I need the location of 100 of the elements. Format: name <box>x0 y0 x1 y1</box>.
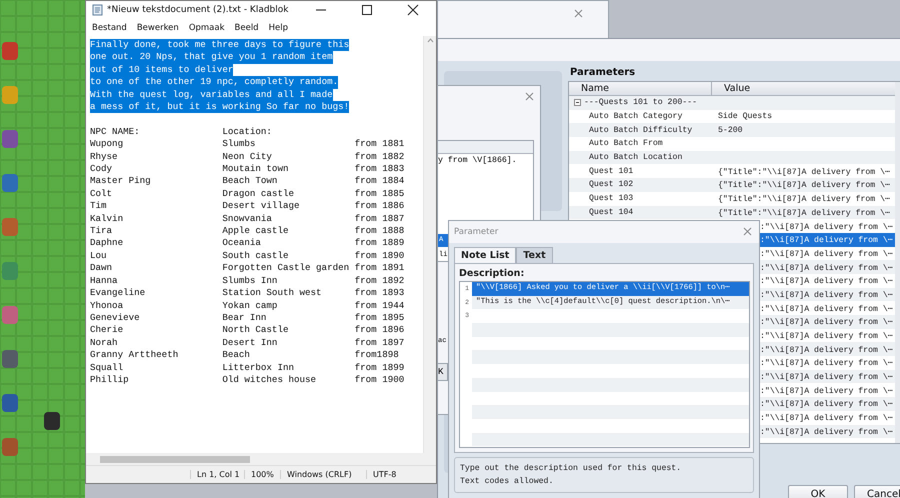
dialog-button[interactable]: OK <box>788 485 848 498</box>
text-line: Daphne <box>90 237 124 250</box>
text-line: from 1900 <box>354 374 406 386</box>
text-line: Bear Inn <box>222 312 268 324</box>
table-row[interactable]: Quest 103 {"Title":"\\i[87]A delivery from \⋯ <box>569 192 895 206</box>
text-line: from 1884 <box>354 175 406 188</box>
table-row[interactable]: Auto Batch Location <box>569 150 895 164</box>
parameter-name[interactable]: Quest 103 <box>569 194 716 204</box>
parameter-name[interactable]: Quest 102 <box>569 180 716 190</box>
tab[interactable]: Text <box>516 247 553 263</box>
text-line: Master Ping <box>90 175 152 188</box>
text-line: Desert village <box>222 200 301 213</box>
parameter-name[interactable]: Auto Batch Difficulty <box>569 126 716 135</box>
text-line: Forgotten Castle garden <box>222 262 350 275</box>
parameter-name[interactable]: Quest 101 <box>569 166 716 176</box>
dialog-button[interactable]: Cancel <box>854 485 900 498</box>
table-row[interactable]: Quest 104 {"Title":"\\i[87]A delivery from \⋯ <box>569 206 895 220</box>
text-line: Dragon castle <box>222 188 295 200</box>
text-line: Old witches house <box>222 374 318 386</box>
text-line: Neon City <box>222 150 273 164</box>
text-line: Slumbs Inn <box>222 274 278 288</box>
text-line: Colt <box>90 188 114 200</box>
menu-item[interactable]: Bestand <box>92 23 127 33</box>
scrollbar[interactable] <box>423 36 436 453</box>
status-text: 100% <box>244 470 280 479</box>
parameter-value[interactable]: Side Quests <box>716 112 772 122</box>
menu-item[interactable]: Help <box>268 23 288 33</box>
collapse-icon[interactable] <box>574 99 581 106</box>
text-line: Evangeline <box>90 287 146 300</box>
text-line: from 1890 <box>354 250 406 262</box>
parameter-name[interactable]: Quest 104 <box>569 208 716 217</box>
column-header[interactable]: Name <box>569 82 712 95</box>
parameter-value[interactable]: {"Title":"\\i[87]A delivery from \⋯ <box>716 206 890 218</box>
parameter-name[interactable]: Auto Batch Location <box>569 153 716 162</box>
scrollbar[interactable] <box>895 82 900 443</box>
text-line: Dawn <box>90 262 114 275</box>
text-line: from 1887 <box>354 212 406 226</box>
text-line: from 1944 <box>354 300 406 312</box>
status-text: UTF-8 <box>366 470 436 479</box>
table-row[interactable]: Auto Batch Difficulty 5-200 <box>569 123 895 138</box>
text-line: Oceania <box>222 237 262 250</box>
text-line: Beach <box>222 349 251 362</box>
parameter-value[interactable]: {"Title":"\\i[87]A delivery from \⋯ <box>716 193 890 204</box>
text-line: from1898 <box>354 349 400 362</box>
text-line: South castle <box>222 250 290 262</box>
text-line: from 1883 <box>354 163 406 176</box>
text-line: Hanna <box>90 274 119 288</box>
window-title: Parameter <box>454 227 498 237</box>
field-label: Description: <box>459 268 526 279</box>
text-line: Moutain town <box>222 163 290 176</box>
text-line: from 1895 <box>354 312 406 324</box>
text-line: from 1889 <box>354 237 406 250</box>
scroll-up-icon[interactable] <box>426 38 434 43</box>
parameter-value[interactable]: {"Title":"\\i[87]A delivery from \⋯ <box>716 166 890 177</box>
text-line: Kalvin <box>90 212 124 226</box>
text-line: NPC NAME: <box>90 126 141 138</box>
parameter-value[interactable]: {"Title":"\\i[87]A delivery from \⋯ <box>716 179 890 190</box>
help-text: Type out the description used for this quest. <box>460 463 682 475</box>
text-line: Apple castle <box>222 225 290 238</box>
text-line: North Castle <box>222 324 290 337</box>
text-line: from 1896 <box>354 324 406 337</box>
text-line: Snowvania <box>222 212 273 226</box>
tab[interactable]: Note List <box>454 247 516 263</box>
text-line: from 1886 <box>354 200 406 213</box>
table-row[interactable]: Auto Batch From <box>569 137 895 151</box>
text-line: Cody <box>90 163 114 176</box>
text-line: Yokan camp <box>222 300 278 312</box>
dialog-button[interactable]: K <box>438 363 448 381</box>
text-line: Granny Arttheeth <box>90 349 180 362</box>
text-line: Location: <box>222 126 273 138</box>
menu-item[interactable]: Beeld <box>234 23 259 33</box>
parameters-title: Parameters <box>569 67 636 80</box>
list-row[interactable]: y from \V[1866]. <box>438 154 533 167</box>
text-line: Tim <box>90 200 108 213</box>
menu-item[interactable]: Bewerken <box>136 23 179 33</box>
table-row[interactable]: Quest 102 {"Title":"\\i[87]A delivery from \⋯ <box>569 178 895 192</box>
status-text: Ln 1, Col 1 <box>190 470 244 479</box>
text-line: from 1881 <box>354 138 406 151</box>
text-line: Tira <box>90 225 114 238</box>
parameter-name[interactable]: Auto Batch Category <box>569 112 716 122</box>
text-line: Wupong <box>90 138 124 151</box>
text-line: from 1885 <box>354 188 406 200</box>
text-line: Genevieve <box>90 312 141 324</box>
notepad-icon <box>92 4 103 16</box>
text-line: Cherie <box>90 324 124 337</box>
text-line: from 1882 <box>354 150 406 164</box>
parameter-value[interactable]: 5-200 <box>716 126 743 135</box>
column-header[interactable]: Value <box>712 82 750 95</box>
text-line: Desert Inn <box>222 336 278 350</box>
scrollbar[interactable] <box>86 453 436 465</box>
text-line: Slumbs <box>222 138 256 151</box>
text-line: from 1899 <box>354 362 406 374</box>
table-row[interactable]: Auto Batch Category Side Quests <box>569 110 895 124</box>
text-line: Norah <box>90 336 119 350</box>
text-line: Litterbox Inn <box>222 362 295 374</box>
table-row[interactable]: Quest 101 {"Title":"\\i[87]A delivery from \⋯ <box>569 164 895 178</box>
menu-item[interactable]: Opmaak <box>188 23 225 33</box>
text-line: Yhonoa <box>90 300 124 312</box>
parameter-name[interactable]: Auto Batch From <box>569 139 716 148</box>
text-line: from 1897 <box>354 336 406 350</box>
